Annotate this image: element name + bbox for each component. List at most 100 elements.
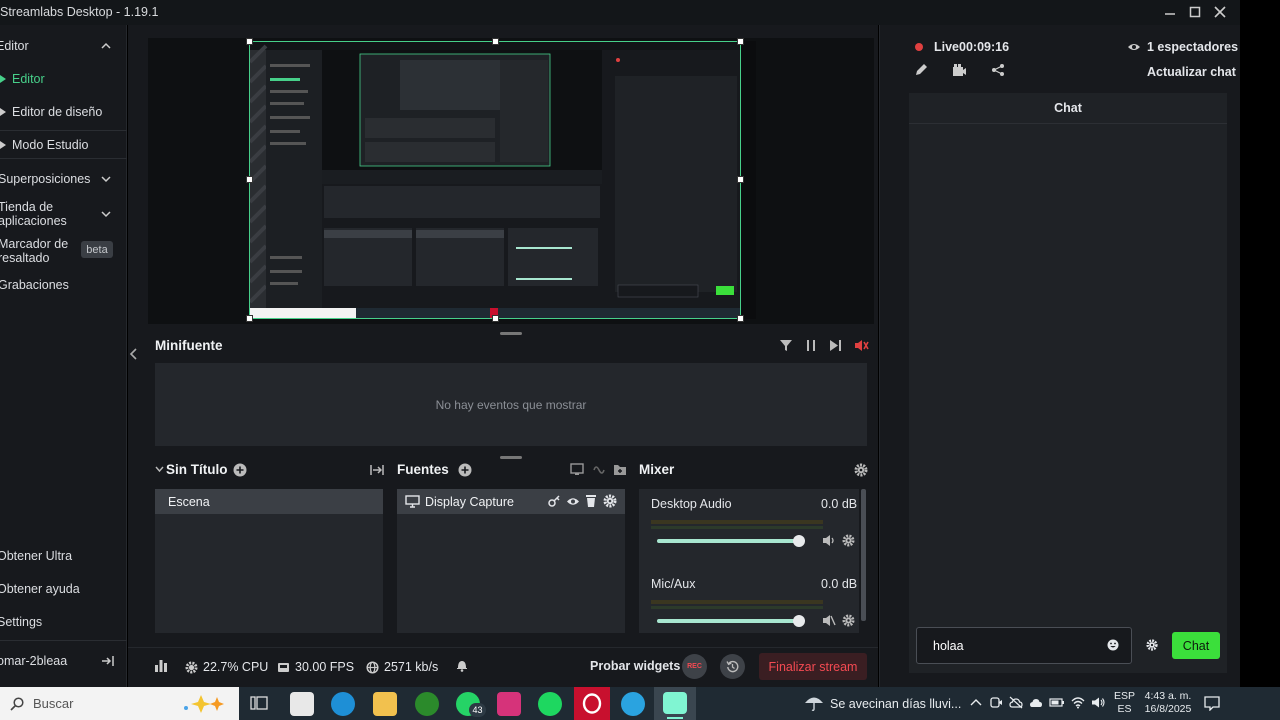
volume-slider[interactable]: [657, 539, 799, 543]
history-icon: [726, 660, 739, 673]
channel-settings-button[interactable]: [842, 534, 855, 547]
source-lock-button[interactable]: [548, 495, 561, 508]
logout-icon: [102, 656, 114, 666]
notification-center-button[interactable]: [1204, 696, 1220, 711]
resize-grip[interactable]: [500, 456, 522, 459]
source-audio-button[interactable]: [592, 463, 606, 476]
edit-stream-info-button[interactable]: [914, 63, 928, 77]
source-screen-button[interactable]: [570, 463, 584, 476]
clip-button[interactable]: [952, 63, 967, 77]
instagram-icon[interactable]: [497, 692, 521, 716]
streamlabs-taskbar-item[interactable]: [654, 687, 696, 720]
tray-expand-button[interactable]: [970, 698, 982, 708]
minimize-button[interactable]: [1160, 3, 1180, 21]
sidebar-item-overlays[interactable]: Superposiciones: [0, 166, 127, 192]
sidebar-item-settings[interactable]: Settings: [0, 609, 127, 635]
telegram-icon[interactable]: [621, 692, 645, 716]
volume-icon[interactable]: [1091, 696, 1105, 709]
chevron-left-icon: [129, 348, 137, 360]
resize-handle[interactable]: [246, 38, 253, 45]
opera-taskbar-item[interactable]: [574, 687, 610, 720]
close-button[interactable]: [1210, 3, 1230, 21]
empty-events-text: No hay eventos que mostrar: [435, 397, 587, 412]
test-widgets-button[interactable]: Probar widgets: [590, 659, 680, 673]
task-view-button[interactable]: [250, 695, 268, 711]
record-button[interactable]: REC: [682, 654, 707, 679]
source-settings-button[interactable]: [603, 494, 617, 508]
meet-icon[interactable]: [990, 696, 1003, 709]
source-delete-button[interactable]: [585, 494, 597, 508]
language-indicator[interactable]: ESP ES: [1114, 690, 1135, 716]
sidebar-item-recordings[interactable]: Grabaciones: [0, 272, 127, 298]
mute-channel-button[interactable]: [822, 534, 835, 547]
sidebar-item-account[interactable]: omar-2bleaa: [0, 648, 127, 674]
sidebar-item-editor[interactable]: Editor: [0, 66, 127, 92]
resize-handle[interactable]: [492, 315, 499, 322]
display-capture-preview[interactable]: [249, 41, 741, 319]
volume-slider-knob[interactable]: [793, 535, 805, 547]
sidebar-item-app-store[interactable]: Tienda de aplicaciones: [0, 199, 127, 229]
scene-transitions-button[interactable]: [370, 464, 384, 476]
filter-button[interactable]: [779, 339, 793, 352]
chat-settings-button[interactable]: [1146, 639, 1158, 651]
mute-alerts-button[interactable]: [854, 339, 869, 352]
channel-settings-button[interactable]: [842, 614, 855, 627]
chat-send-button[interactable]: Chat: [1172, 632, 1220, 659]
performance-button[interactable]: [154, 659, 168, 672]
resize-handle[interactable]: [737, 315, 744, 322]
globe-icon: [366, 660, 379, 674]
battery-icon[interactable]: [1049, 696, 1065, 709]
resize-handle[interactable]: [246, 315, 253, 322]
replay-buffer-button[interactable]: [720, 654, 745, 679]
mute-channel-button[interactable]: [822, 614, 836, 627]
sidebar-item-layout-editor[interactable]: Editor de diseño: [0, 99, 127, 125]
spotify-icon[interactable]: [538, 692, 562, 716]
sidebar-item-label: aplicaciones: [0, 214, 67, 228]
add-scene-button[interactable]: [233, 463, 247, 477]
add-folder-button[interactable]: [613, 463, 627, 476]
notifications-button[interactable]: [456, 659, 468, 672]
wifi-icon[interactable]: [1071, 696, 1085, 709]
end-stream-button[interactable]: Finalizar stream: [759, 653, 867, 680]
skip-button[interactable]: [829, 339, 843, 352]
share-button[interactable]: [991, 63, 1005, 77]
mixer-scrollbar[interactable]: [861, 489, 866, 621]
whatsapp-badge: 43: [469, 703, 486, 717]
volume-slider-knob[interactable]: [793, 615, 805, 627]
resize-handle[interactable]: [737, 38, 744, 45]
resize-handle[interactable]: [737, 176, 744, 183]
file-explorer-icon[interactable]: [373, 692, 397, 716]
refresh-chat-button[interactable]: Actualizar chat: [1147, 65, 1236, 79]
scene-item[interactable]: Escena: [155, 489, 383, 514]
resize-handle[interactable]: [492, 38, 499, 45]
chat-input[interactable]: [916, 627, 1132, 664]
emoji-button[interactable]: [1107, 639, 1119, 651]
maximize-button[interactable]: [1185, 3, 1205, 21]
chat-header: Chat: [909, 93, 1227, 124]
edge-icon[interactable]: [331, 692, 355, 716]
add-source-button[interactable]: [458, 463, 472, 477]
clock[interactable]: 4:43 a. m. 16/8/2025: [1144, 690, 1192, 716]
onedrive-icon[interactable]: [1029, 696, 1043, 709]
sidebar-item-get-ultra[interactable]: Obtener Ultra: [0, 543, 127, 569]
cpu-gear-icon: [185, 661, 198, 673]
scene-collection-title[interactable]: Sin Título: [166, 462, 228, 477]
pause-button[interactable]: [805, 339, 817, 352]
cloud-off-icon[interactable]: [1009, 696, 1023, 709]
sidebar-item-get-help[interactable]: Obtener ayuda: [0, 576, 127, 602]
collapse-left-button[interactable]: [129, 348, 139, 360]
resize-handle[interactable]: [246, 176, 253, 183]
weather-widget[interactable]: [804, 694, 824, 712]
resize-grip[interactable]: [500, 332, 522, 335]
clock-date: 16/8/2025: [1144, 703, 1192, 715]
sidebar-item-studio-mode[interactable]: Modo Estudio: [0, 132, 127, 158]
store-icon[interactable]: [290, 692, 314, 716]
mixer-settings-button[interactable]: [854, 463, 868, 477]
scenes-collapse[interactable]: [155, 465, 164, 474]
xbox-icon[interactable]: [415, 692, 439, 716]
taskbar-search[interactable]: Buscar: [0, 687, 239, 720]
umbrella-icon: [805, 697, 823, 712]
sidebar-item-editor-group[interactable]: Editor: [0, 33, 127, 59]
volume-slider[interactable]: [657, 619, 799, 623]
source-visibility-button[interactable]: [566, 495, 580, 508]
